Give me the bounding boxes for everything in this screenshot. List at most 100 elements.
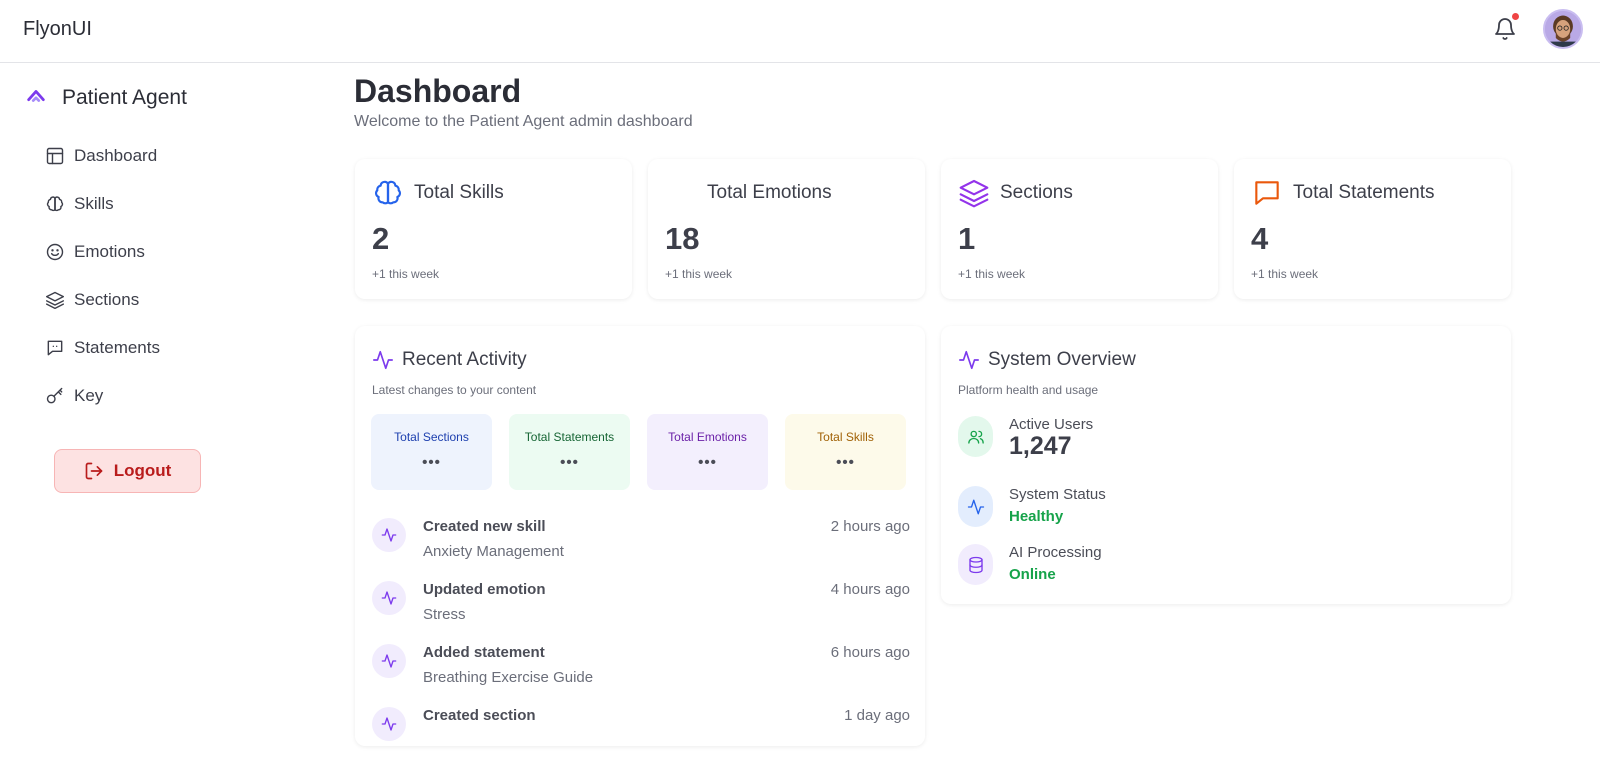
- overview-value: Healthy: [1009, 508, 1064, 525]
- panel-title: Recent Activity: [402, 349, 527, 370]
- layers-icon: [959, 179, 989, 208]
- stat-card-statements: Total Statements 4 +1 this week: [1234, 159, 1511, 299]
- stat-value: 4: [1251, 221, 1269, 256]
- heart-icon: [667, 179, 695, 207]
- activity-time: 4 hours ago: [830, 581, 910, 598]
- sidebar: Patient Agent Dashboard Skills Emotions …: [0, 63, 330, 736]
- loading-dots: •••: [836, 454, 855, 471]
- brain-icon: [375, 180, 401, 205]
- stat-card-emotions: Total Emotions 18 +1 this week: [648, 159, 925, 299]
- mini-label: Total Statements: [524, 430, 615, 444]
- sidebar-item-statements[interactable]: Statements: [45, 335, 160, 361]
- brand-logo[interactable]: FlyonUI: [23, 18, 92, 41]
- top-navbar: FlyonUI: [0, 0, 1600, 63]
- sidebar-item-label: Sections: [74, 290, 140, 309]
- sidebar-item-label: Statements: [74, 338, 160, 357]
- message-icon: [1255, 181, 1279, 205]
- overview-item-ai-processing: AI Processing Online: [958, 544, 1478, 594]
- sidebar-item-label: Emotions: [74, 242, 145, 261]
- stat-note: +1 this week: [372, 267, 440, 281]
- smile-icon: [46, 243, 64, 261]
- stat-title: Total Skills: [414, 182, 504, 203]
- stat-note: +1 this week: [665, 267, 733, 281]
- notification-dot: [1512, 13, 1519, 20]
- key-icon: [46, 387, 63, 404]
- activity-detail: Breathing Exercise Guide: [423, 669, 594, 686]
- stat-card-skills: Total Skills 2 +1 this week: [355, 159, 632, 299]
- activity-title: Added statement: [423, 644, 545, 661]
- mini-label: Total Sections: [394, 430, 469, 444]
- loading-dots: •••: [698, 454, 717, 471]
- mini-card-statements: Total Statements •••: [509, 414, 630, 490]
- overview-label: AI Processing: [1009, 544, 1102, 561]
- activity-title: Updated emotion: [423, 581, 546, 598]
- overview-value: 1,247: [1009, 432, 1072, 460]
- stat-card-sections: Sections 1 +1 this week: [941, 159, 1218, 299]
- users-icon: [958, 416, 993, 457]
- loading-dots: •••: [560, 454, 579, 471]
- sidebar-item-key[interactable]: Key: [45, 383, 103, 409]
- stat-value: 2: [372, 221, 390, 256]
- stat-value: 18: [665, 221, 700, 256]
- stat-note: +1 this week: [958, 267, 1026, 281]
- sidebar-item-skills[interactable]: Skills: [45, 191, 114, 217]
- mini-label: Total Emotions: [668, 430, 747, 444]
- overview-item-active-users: Active Users 1,247: [958, 416, 1478, 466]
- stat-value: 1: [958, 221, 976, 256]
- mini-label: Total Skills: [817, 430, 874, 444]
- activity-icon: [958, 486, 993, 527]
- loading-dots: •••: [422, 454, 441, 471]
- recent-activity-panel: Recent Activity Latest changes to your c…: [355, 326, 925, 746]
- stat-note: +1 this week: [1251, 267, 1319, 281]
- database-icon: [958, 544, 993, 585]
- activity-detail: Anxiety Management: [423, 543, 564, 560]
- panel-subtitle: Latest changes to your content: [372, 383, 537, 397]
- page-title: Dashboard: [354, 73, 522, 109]
- activity-title: Created section: [423, 707, 536, 724]
- activity-icon: [959, 350, 979, 370]
- brain-icon: [46, 196, 64, 212]
- layers-icon: [45, 291, 65, 310]
- stat-title: Sections: [1000, 182, 1073, 203]
- sidebar-item-label: Skills: [74, 194, 114, 213]
- activity-time: 2 hours ago: [830, 518, 910, 535]
- logout-button[interactable]: Logout: [54, 449, 201, 493]
- activity-title: Created new skill: [423, 518, 546, 535]
- overview-label: System Status: [1009, 486, 1106, 503]
- sidebar-item-label: Dashboard: [74, 146, 158, 165]
- system-overview-panel: System Overview Platform health and usag…: [941, 326, 1511, 604]
- activity-time: 6 hours ago: [830, 644, 910, 661]
- bell-icon[interactable]: [1493, 17, 1517, 41]
- activity-icon: [372, 518, 406, 552]
- activity-item[interactable]: Added statement Breathing Exercise Guide…: [372, 644, 910, 694]
- sidebar-item-sections[interactable]: Sections: [45, 287, 139, 313]
- sidebar-header: Patient Agent: [25, 83, 187, 113]
- activity-time: 1 day ago: [844, 707, 910, 724]
- activity-item[interactable]: Created section 1 day ago: [372, 707, 910, 757]
- stat-title: Total Statements: [1293, 182, 1435, 203]
- message-icon: [47, 340, 63, 356]
- avatar[interactable]: [1543, 9, 1583, 49]
- mini-card-sections: Total Sections •••: [371, 414, 492, 490]
- activity-item[interactable]: Updated emotion Stress 4 hours ago: [372, 581, 910, 631]
- sidebar-title: Patient Agent: [62, 86, 187, 109]
- logo-icon: [25, 85, 47, 112]
- mini-card-emotions: Total Emotions •••: [647, 414, 768, 490]
- logout-label: Logout: [113, 461, 172, 480]
- mini-card-skills: Total Skills •••: [785, 414, 906, 490]
- activity-detail: Stress: [423, 606, 466, 623]
- sidebar-item-label: Key: [74, 386, 104, 405]
- activity-item[interactable]: Created new skill Anxiety Management 2 h…: [372, 518, 910, 568]
- page-subtitle: Welcome to the Patient Agent admin dashb…: [354, 113, 693, 130]
- sidebar-item-dashboard[interactable]: Dashboard: [45, 143, 157, 169]
- sidebar-item-emotions[interactable]: Emotions: [45, 239, 145, 265]
- logout-icon: [85, 462, 103, 480]
- panel-title: System Overview: [988, 349, 1136, 370]
- activity-icon: [372, 644, 406, 678]
- overview-item-system-status: System Status Healthy: [958, 486, 1478, 536]
- activity-icon: [373, 350, 393, 370]
- overview-value: Online: [1009, 566, 1056, 583]
- panel-subtitle: Platform health and usage: [958, 383, 1099, 397]
- layout-icon: [46, 147, 64, 165]
- stat-title: Total Emotions: [707, 182, 832, 203]
